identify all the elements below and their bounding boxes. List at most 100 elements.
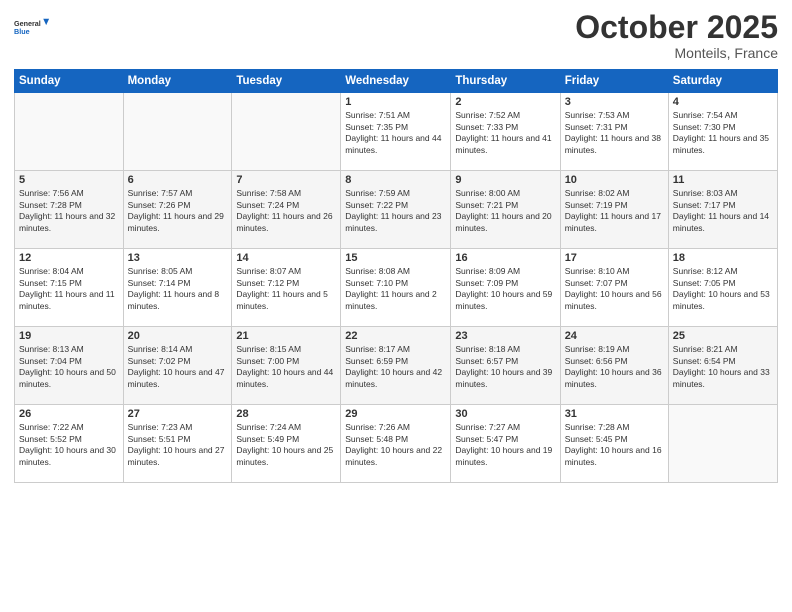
- day-number: 10: [565, 174, 664, 186]
- calendar-cell: 24Sunrise: 8:19 AM Sunset: 6:56 PM Dayli…: [560, 327, 668, 405]
- day-number: 28: [236, 408, 336, 420]
- day-number: 27: [128, 408, 228, 420]
- day-info: Sunrise: 8:18 AM Sunset: 6:57 PM Dayligh…: [455, 344, 555, 390]
- calendar-cell: 20 Sunrise: 8:14 AM Sunset: 7:02 PM Dayli…: [123, 327, 232, 405]
- day-info: Sunrise: 7:28 AM Sunset: 5:45 PM Dayligh…: [565, 422, 664, 468]
- calendar-cell: [123, 93, 232, 171]
- calendar-cell: 19 Sunrise: 8:13 AM Sunset: 7:04 PM Dayli…: [15, 327, 124, 405]
- header-wednesday: Wednesday: [341, 70, 451, 93]
- day-number: 14: [236, 252, 336, 264]
- calendar-cell: [668, 405, 777, 483]
- day-info: Sunrise: 8:12 AM Sunset: 7:05 PM Dayligh…: [673, 266, 773, 312]
- header-thursday: Thursday: [451, 70, 560, 93]
- calendar-cell: 26 Sunrise: 7:22 AM Sunset: 5:52 PM Dayli…: [15, 405, 124, 483]
- day-number: 26: [19, 408, 119, 420]
- day-number: 16: [455, 252, 555, 264]
- day-number: 12: [19, 252, 119, 264]
- month-title: October 2025: [575, 10, 778, 45]
- day-number: 22: [345, 330, 446, 342]
- day-number: 19: [19, 330, 119, 342]
- calendar-cell: 4 Sunrise: 7:54 AM Sunset: 7:30 PM Daylig…: [668, 93, 777, 171]
- day-number: 11: [673, 174, 773, 186]
- calendar-cell: 22 Sunrise: 8:17 AM Sunset: 6:59 PM Dayli…: [341, 327, 451, 405]
- day-info: Sunrise: 8:14 AM Sunset: 7:02 PM Dayligh…: [128, 344, 228, 390]
- day-number: 2: [455, 96, 555, 108]
- calendar-cell: 3 Sunrise: 7:53 AM Sunset: 7:31 PM Daylig…: [560, 93, 668, 171]
- title-block: October 2025 Monteils, France: [575, 10, 778, 61]
- day-number: 13: [128, 252, 228, 264]
- day-number: 20: [128, 330, 228, 342]
- day-info: Sunrise: 8:03 AM Sunset: 7:17 PM Dayligh…: [673, 188, 773, 234]
- day-number: 23: [455, 330, 555, 342]
- calendar-cell: 15 Sunrise: 8:08 AM Sunset: 7:10 PM Dayli…: [341, 249, 451, 327]
- calendar-cell: 30Sunrise: 7:27 AM Sunset: 5:47 PM Dayli…: [451, 405, 560, 483]
- day-info: Sunrise: 7:22 AM Sunset: 5:52 PM Dayligh…: [19, 422, 119, 468]
- calendar-header-row: Sunday Monday Tuesday Wednesday Thursday…: [15, 70, 778, 93]
- calendar-cell: 7 Sunrise: 7:58 AM Sunset: 7:24 PM Daylig…: [232, 171, 341, 249]
- week-row-3: 12 Sunrise: 8:04 AM Sunset: 7:15 PM Dayli…: [15, 249, 778, 327]
- calendar-cell: 8Sunrise: 7:59 AM Sunset: 7:22 PM Daylig…: [341, 171, 451, 249]
- week-row-5: 26 Sunrise: 7:22 AM Sunset: 5:52 PM Dayli…: [15, 405, 778, 483]
- day-number: 3: [565, 96, 664, 108]
- calendar-cell: 9Sunrise: 8:00 AM Sunset: 7:21 PM Daylig…: [451, 171, 560, 249]
- calendar-cell: [232, 93, 341, 171]
- logo-icon: GeneralBlue: [14, 10, 50, 46]
- calendar-cell: 1 Sunrise: 7:51 AM Sunset: 7:35 PM Daylig…: [341, 93, 451, 171]
- calendar-table: Sunday Monday Tuesday Wednesday Thursday…: [14, 69, 778, 483]
- day-info: Sunrise: 8:15 AM Sunset: 7:00 PM Dayligh…: [236, 344, 336, 390]
- day-number: 31: [565, 408, 664, 420]
- day-info: Sunrise: 8:13 AM Sunset: 7:04 PM Dayligh…: [19, 344, 119, 390]
- day-number: 7: [236, 174, 336, 186]
- day-info: Sunrise: 8:09 AM Sunset: 7:09 PM Dayligh…: [455, 266, 555, 312]
- header-tuesday: Tuesday: [232, 70, 341, 93]
- day-info: Sunrise: 7:57 AM Sunset: 7:26 PM Dayligh…: [128, 188, 228, 234]
- day-info: Sunrise: 8:17 AM Sunset: 6:59 PM Dayligh…: [345, 344, 446, 390]
- calendar-cell: 10Sunrise: 8:02 AM Sunset: 7:19 PM Dayli…: [560, 171, 668, 249]
- page-header: GeneralBlue October 2025 Monteils, Franc…: [14, 10, 778, 61]
- day-info: Sunrise: 7:51 AM Sunset: 7:35 PM Dayligh…: [345, 110, 446, 156]
- day-info: Sunrise: 8:08 AM Sunset: 7:10 PM Dayligh…: [345, 266, 446, 312]
- calendar-cell: 27 Sunrise: 7:23 AM Sunset: 5:51 PM Dayli…: [123, 405, 232, 483]
- location: Monteils, France: [575, 45, 778, 61]
- calendar-cell: 12 Sunrise: 8:04 AM Sunset: 7:15 PM Dayli…: [15, 249, 124, 327]
- day-info: Sunrise: 7:27 AM Sunset: 5:47 PM Dayligh…: [455, 422, 555, 468]
- calendar-cell: 13Sunrise: 8:05 AM Sunset: 7:14 PM Dayli…: [123, 249, 232, 327]
- header-sunday: Sunday: [15, 70, 124, 93]
- calendar-cell: 25Sunrise: 8:21 AM Sunset: 6:54 PM Dayli…: [668, 327, 777, 405]
- day-number: 24: [565, 330, 664, 342]
- calendar-cell: 11 Sunrise: 8:03 AM Sunset: 7:17 PM Dayli…: [668, 171, 777, 249]
- header-monday: Monday: [123, 70, 232, 93]
- day-info: Sunrise: 7:56 AM Sunset: 7:28 PM Dayligh…: [19, 188, 119, 234]
- header-friday: Friday: [560, 70, 668, 93]
- day-number: 18: [673, 252, 773, 264]
- day-info: Sunrise: 7:59 AM Sunset: 7:22 PM Dayligh…: [345, 188, 446, 234]
- svg-text:Blue: Blue: [14, 27, 30, 36]
- calendar-cell: 21Sunrise: 8:15 AM Sunset: 7:00 PM Dayli…: [232, 327, 341, 405]
- calendar-cell: 5Sunrise: 7:56 AM Sunset: 7:28 PM Daylig…: [15, 171, 124, 249]
- day-info: Sunrise: 7:23 AM Sunset: 5:51 PM Dayligh…: [128, 422, 228, 468]
- day-number: 6: [128, 174, 228, 186]
- day-number: 29: [345, 408, 446, 420]
- calendar-cell: 28Sunrise: 7:24 AM Sunset: 5:49 PM Dayli…: [232, 405, 341, 483]
- day-info: Sunrise: 7:54 AM Sunset: 7:30 PM Dayligh…: [673, 110, 773, 156]
- header-saturday: Saturday: [668, 70, 777, 93]
- calendar-cell: 18 Sunrise: 8:12 AM Sunset: 7:05 PM Dayli…: [668, 249, 777, 327]
- day-info: Sunrise: 8:00 AM Sunset: 7:21 PM Dayligh…: [455, 188, 555, 234]
- week-row-1: 1 Sunrise: 7:51 AM Sunset: 7:35 PM Daylig…: [15, 93, 778, 171]
- calendar-cell: 23 Sunrise: 8:18 AM Sunset: 6:57 PM Dayli…: [451, 327, 560, 405]
- calendar-cell: 6 Sunrise: 7:57 AM Sunset: 7:26 PM Daylig…: [123, 171, 232, 249]
- week-row-2: 5Sunrise: 7:56 AM Sunset: 7:28 PM Daylig…: [15, 171, 778, 249]
- day-info: Sunrise: 8:21 AM Sunset: 6:54 PM Dayligh…: [673, 344, 773, 390]
- svg-text:General: General: [14, 19, 41, 28]
- day-info: Sunrise: 7:58 AM Sunset: 7:24 PM Dayligh…: [236, 188, 336, 234]
- calendar-cell: 31 Sunrise: 7:28 AM Sunset: 5:45 PM Dayli…: [560, 405, 668, 483]
- day-info: Sunrise: 7:53 AM Sunset: 7:31 PM Dayligh…: [565, 110, 664, 156]
- day-info: Sunrise: 8:07 AM Sunset: 7:12 PM Dayligh…: [236, 266, 336, 312]
- logo: GeneralBlue: [14, 10, 50, 46]
- day-info: Sunrise: 8:10 AM Sunset: 7:07 PM Dayligh…: [565, 266, 664, 312]
- day-number: 4: [673, 96, 773, 108]
- day-info: Sunrise: 8:04 AM Sunset: 7:15 PM Dayligh…: [19, 266, 119, 312]
- day-number: 15: [345, 252, 446, 264]
- day-number: 1: [345, 96, 446, 108]
- calendar-cell: 2Sunrise: 7:52 AM Sunset: 7:33 PM Daylig…: [451, 93, 560, 171]
